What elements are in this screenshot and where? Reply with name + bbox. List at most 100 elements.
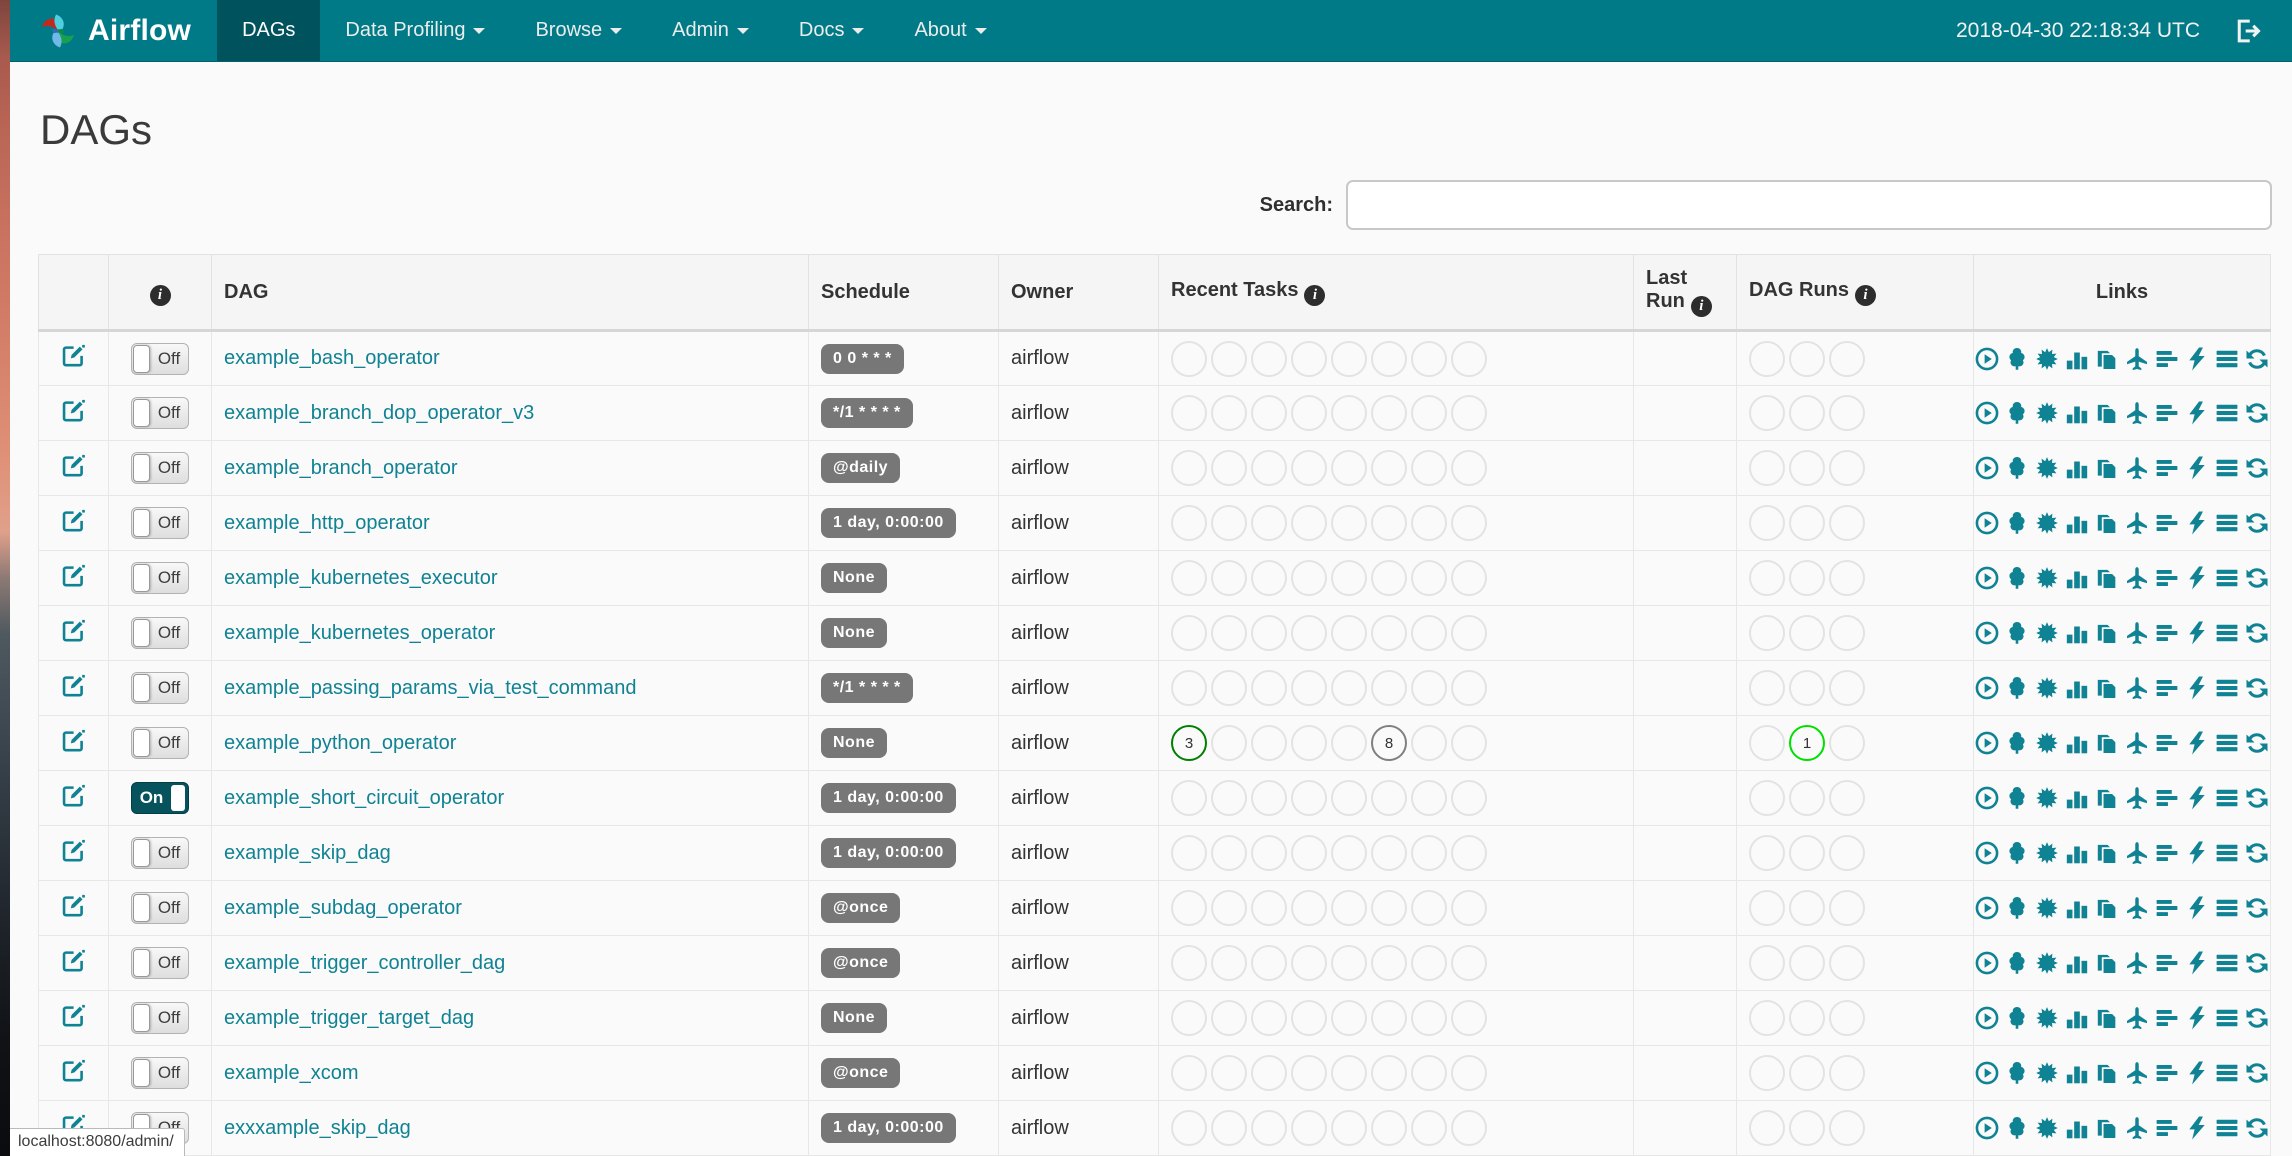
task-state-circle[interactable]: [1291, 1000, 1327, 1036]
task-state-circle[interactable]: [1371, 780, 1407, 816]
dag-run-circle[interactable]: [1749, 835, 1785, 871]
schedule-badge[interactable]: @once: [821, 948, 901, 978]
task-state-circle[interactable]: [1451, 395, 1487, 431]
tree-view-icon[interactable]: [2004, 620, 2030, 646]
trigger-dag-icon[interactable]: [1975, 565, 2001, 591]
task-state-circle[interactable]: [1411, 725, 1447, 761]
refresh-icon[interactable]: [2244, 1005, 2270, 1031]
pause-toggle[interactable]: Off: [131, 727, 189, 759]
task-state-circle[interactable]: [1251, 780, 1287, 816]
code-icon[interactable]: [2184, 1115, 2210, 1141]
dag-link[interactable]: example_http_operator: [224, 512, 430, 534]
task-state-circle[interactable]: [1211, 615, 1247, 651]
pause-toggle[interactable]: Off: [131, 1057, 189, 1089]
schedule-badge[interactable]: */1 * * * *: [821, 673, 913, 703]
task-tries-icon[interactable]: [2094, 346, 2120, 372]
task-state-circle[interactable]: [1411, 1000, 1447, 1036]
code-icon[interactable]: [2184, 400, 2210, 426]
logs-icon[interactable]: [2214, 1060, 2240, 1086]
task-state-circle[interactable]: [1451, 1055, 1487, 1091]
gantt-icon[interactable]: [2154, 840, 2180, 866]
pause-toggle[interactable]: Off: [131, 397, 189, 429]
landing-times-icon[interactable]: [2124, 1060, 2150, 1086]
landing-times-icon[interactable]: [2124, 510, 2150, 536]
task-duration-icon[interactable]: [2064, 730, 2090, 756]
task-duration-icon[interactable]: [2064, 1060, 2090, 1086]
task-state-circle[interactable]: [1171, 670, 1207, 706]
gantt-icon[interactable]: [2154, 510, 2180, 536]
dag-link[interactable]: example_kubernetes_operator: [224, 622, 495, 644]
tree-view-icon[interactable]: [2004, 1005, 2030, 1031]
schedule-badge[interactable]: */1 * * * *: [821, 398, 913, 428]
task-state-circle[interactable]: [1371, 560, 1407, 596]
task-state-circle[interactable]: [1451, 450, 1487, 486]
task-state-circle[interactable]: [1331, 395, 1367, 431]
task-state-circle[interactable]: [1251, 945, 1287, 981]
graph-view-icon[interactable]: [2034, 675, 2060, 701]
dag-run-circle[interactable]: [1749, 560, 1785, 596]
tree-view-icon[interactable]: [2004, 840, 2030, 866]
refresh-icon[interactable]: [2244, 895, 2270, 921]
task-state-circle[interactable]: [1211, 450, 1247, 486]
sign-out-icon[interactable]: [2234, 17, 2262, 45]
task-state-circle[interactable]: 3: [1171, 725, 1207, 761]
graph-view-icon[interactable]: [2034, 1060, 2060, 1086]
task-duration-icon[interactable]: [2064, 400, 2090, 426]
schedule-badge[interactable]: @daily: [821, 453, 901, 483]
task-tries-icon[interactable]: [2094, 950, 2120, 976]
task-duration-icon[interactable]: [2064, 895, 2090, 921]
code-icon[interactable]: [2184, 1005, 2210, 1031]
task-state-circle[interactable]: [1291, 835, 1327, 871]
trigger-dag-icon[interactable]: [1975, 1005, 2001, 1031]
task-state-circle[interactable]: [1371, 505, 1407, 541]
task-tries-icon[interactable]: [2094, 730, 2120, 756]
pause-toggle[interactable]: Off: [131, 342, 189, 375]
pause-toggle[interactable]: Off: [131, 507, 189, 539]
task-state-circle[interactable]: [1331, 725, 1367, 761]
task-duration-icon[interactable]: [2064, 950, 2090, 976]
task-state-circle[interactable]: [1331, 780, 1367, 816]
task-state-circle[interactable]: [1331, 670, 1367, 706]
task-state-circle[interactable]: [1251, 505, 1287, 541]
task-state-circle[interactable]: [1451, 1110, 1487, 1146]
task-state-circle[interactable]: [1411, 560, 1447, 596]
dag-run-circle[interactable]: [1829, 450, 1865, 486]
logs-icon[interactable]: [2214, 840, 2240, 866]
nav-item-docs[interactable]: Docs: [774, 0, 890, 61]
tree-view-icon[interactable]: [2004, 895, 2030, 921]
code-icon[interactable]: [2184, 455, 2210, 481]
dag-run-circle[interactable]: [1749, 890, 1785, 926]
task-state-circle[interactable]: [1371, 1000, 1407, 1036]
logs-icon[interactable]: [2214, 400, 2240, 426]
pause-toggle[interactable]: Off: [131, 452, 189, 484]
graph-view-icon[interactable]: [2034, 785, 2060, 811]
dag-run-circle[interactable]: [1789, 890, 1825, 926]
task-state-circle[interactable]: [1451, 945, 1487, 981]
trigger-dag-icon[interactable]: [1975, 455, 2001, 481]
edit-dag-icon[interactable]: [60, 784, 87, 814]
task-state-circle[interactable]: [1291, 340, 1327, 377]
dag-link[interactable]: example_xcom: [224, 1062, 359, 1084]
task-state-circle[interactable]: [1251, 615, 1287, 651]
nav-item-dags[interactable]: DAGs: [217, 0, 321, 61]
pause-toggle[interactable]: On: [131, 782, 189, 814]
task-state-circle[interactable]: [1331, 340, 1367, 377]
dag-run-circle[interactable]: [1829, 1110, 1865, 1146]
task-state-circle[interactable]: [1411, 1110, 1447, 1146]
dag-run-circle[interactable]: [1789, 505, 1825, 541]
task-state-circle[interactable]: [1331, 1000, 1367, 1036]
task-duration-icon[interactable]: [2064, 1115, 2090, 1141]
graph-view-icon[interactable]: [2034, 895, 2060, 921]
graph-view-icon[interactable]: [2034, 346, 2060, 372]
code-icon[interactable]: [2184, 620, 2210, 646]
task-duration-icon[interactable]: [2064, 840, 2090, 866]
task-state-circle[interactable]: [1291, 560, 1327, 596]
dag-run-circle[interactable]: [1749, 1110, 1785, 1146]
landing-times-icon[interactable]: [2124, 565, 2150, 591]
dag-run-circle[interactable]: [1829, 670, 1865, 706]
task-state-circle[interactable]: [1451, 1000, 1487, 1036]
schedule-badge[interactable]: @once: [821, 1058, 901, 1088]
task-state-circle[interactable]: [1451, 505, 1487, 541]
logs-icon[interactable]: [2214, 455, 2240, 481]
edit-dag-icon[interactable]: [60, 729, 87, 759]
